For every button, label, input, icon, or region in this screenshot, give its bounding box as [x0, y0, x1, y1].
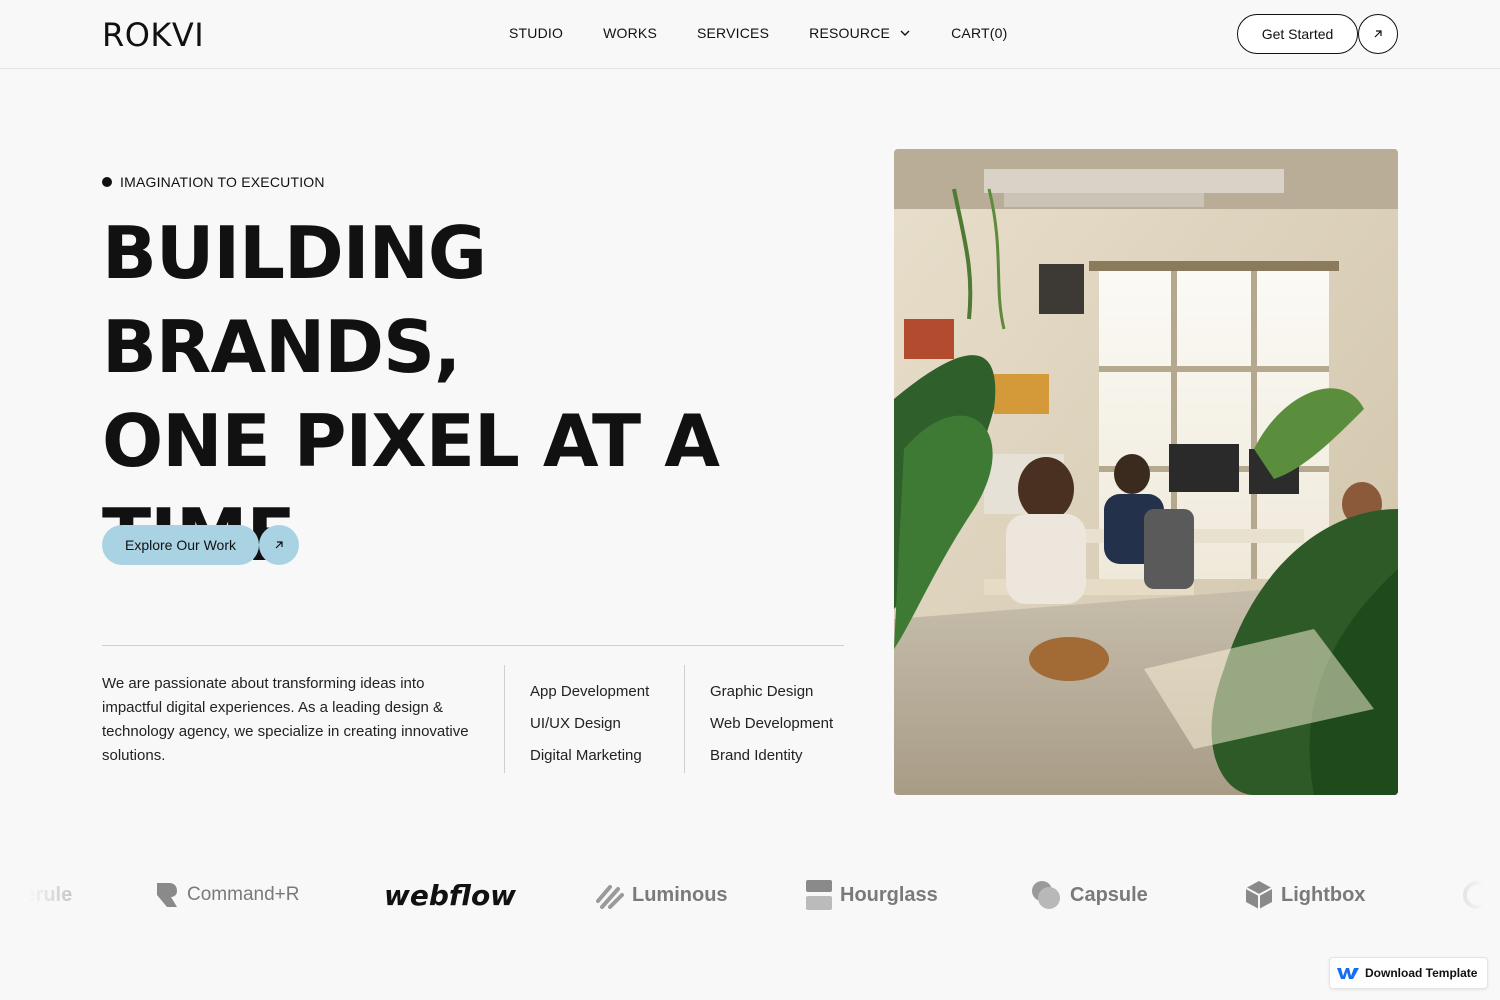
office-photo-illustration — [894, 149, 1398, 795]
column-divider — [684, 665, 685, 773]
logo-lightbox: Lightbox — [1245, 870, 1365, 920]
webflow-icon — [1337, 966, 1359, 980]
site-logo[interactable]: ROKVI — [102, 16, 204, 54]
about-text: We are passionate about transforming ide… — [102, 675, 469, 764]
bullet-dot-icon — [102, 177, 112, 187]
logo-capsule: Capsule — [1030, 870, 1148, 920]
hourglass-logo-icon — [806, 880, 832, 910]
service-link[interactable]: App Development — [530, 676, 649, 708]
service-link[interactable]: Graphic Design — [710, 676, 833, 708]
brand-name: Lightbox — [1281, 883, 1366, 906]
download-template-label: Download Template — [1365, 966, 1478, 980]
brand-name: Capsule — [1070, 883, 1148, 906]
explore-arrow-button[interactable] — [259, 525, 299, 565]
logo-webflow: webflow — [384, 870, 516, 920]
nav-item-label: STUDIO — [509, 25, 564, 41]
nav-item-label: CART(0) — [951, 25, 1008, 41]
main-nav: STUDIO WORKS SERVICES RESOURCE CART(0) — [509, 25, 1007, 41]
column-divider — [504, 665, 505, 773]
commandr-logo-icon — [155, 881, 179, 909]
nav-item-services[interactable]: SERVICES — [697, 25, 769, 41]
download-template-button[interactable]: Download Template — [1329, 957, 1488, 989]
brand-name: Hourglass — [840, 883, 938, 906]
brand-name: Command+R — [187, 884, 300, 905]
hero-eyebrow: IMAGINATION TO EXECUTION — [102, 174, 325, 190]
nav-item-resource[interactable]: RESOURCE — [809, 25, 911, 41]
capsule-logo-icon — [1030, 879, 1062, 911]
lightbox-logo-icon — [1245, 880, 1273, 910]
section-divider — [102, 645, 844, 646]
chevron-down-icon — [900, 30, 910, 36]
nav-item-label: RESOURCE — [809, 25, 891, 41]
nav-item-studio[interactable]: STUDIO — [509, 25, 563, 41]
services-list: Graphic Design Web Development Brand Ide… — [710, 676, 833, 772]
nav-item-works[interactable]: WORKS — [603, 25, 657, 41]
brand-name: Luminous — [632, 883, 728, 906]
arrow-up-right-icon — [1374, 30, 1382, 38]
nav-item-cart[interactable]: CART(0) — [951, 25, 1007, 41]
service-link[interactable]: Digital Marketing — [530, 740, 649, 772]
logos-fade-right — [1420, 860, 1500, 930]
nav-item-label: WORKS — [603, 25, 657, 41]
logo-hourglass: Hourglass — [806, 870, 938, 920]
logo-luminous: Luminous — [596, 870, 728, 920]
headline-line: ONE PIXEL AT A — [102, 399, 720, 483]
services-list: App Development UI/UX Design Digital Mar… — [530, 676, 649, 772]
eyebrow-text: IMAGINATION TO EXECUTION — [120, 174, 325, 190]
client-logos: pherule Command+R webflow Luminous Hourg… — [0, 870, 1500, 920]
explore-our-work-button[interactable]: Explore Our Work — [102, 525, 259, 565]
brand-name: webflow — [384, 878, 517, 912]
arrow-up-right-icon — [275, 541, 283, 549]
luminous-logo-icon — [596, 881, 624, 909]
service-link[interactable]: Web Development — [710, 708, 833, 740]
site-header: ROKVI STUDIO WORKS SERVICES RESOURCE CAR… — [0, 0, 1500, 69]
service-link[interactable]: Brand Identity — [710, 740, 833, 772]
nav-item-label: SERVICES — [696, 25, 770, 41]
headline-line: BUILDING BRANDS, — [102, 211, 487, 389]
get-started-button[interactable]: Get Started — [1237, 14, 1358, 54]
service-link[interactable]: UI/UX Design — [530, 708, 649, 740]
logos-fade-left — [0, 860, 140, 930]
logo-commandr: Command+R — [155, 870, 299, 920]
get-started-arrow-button[interactable] — [1358, 14, 1398, 54]
hero-office-photo — [894, 149, 1398, 795]
